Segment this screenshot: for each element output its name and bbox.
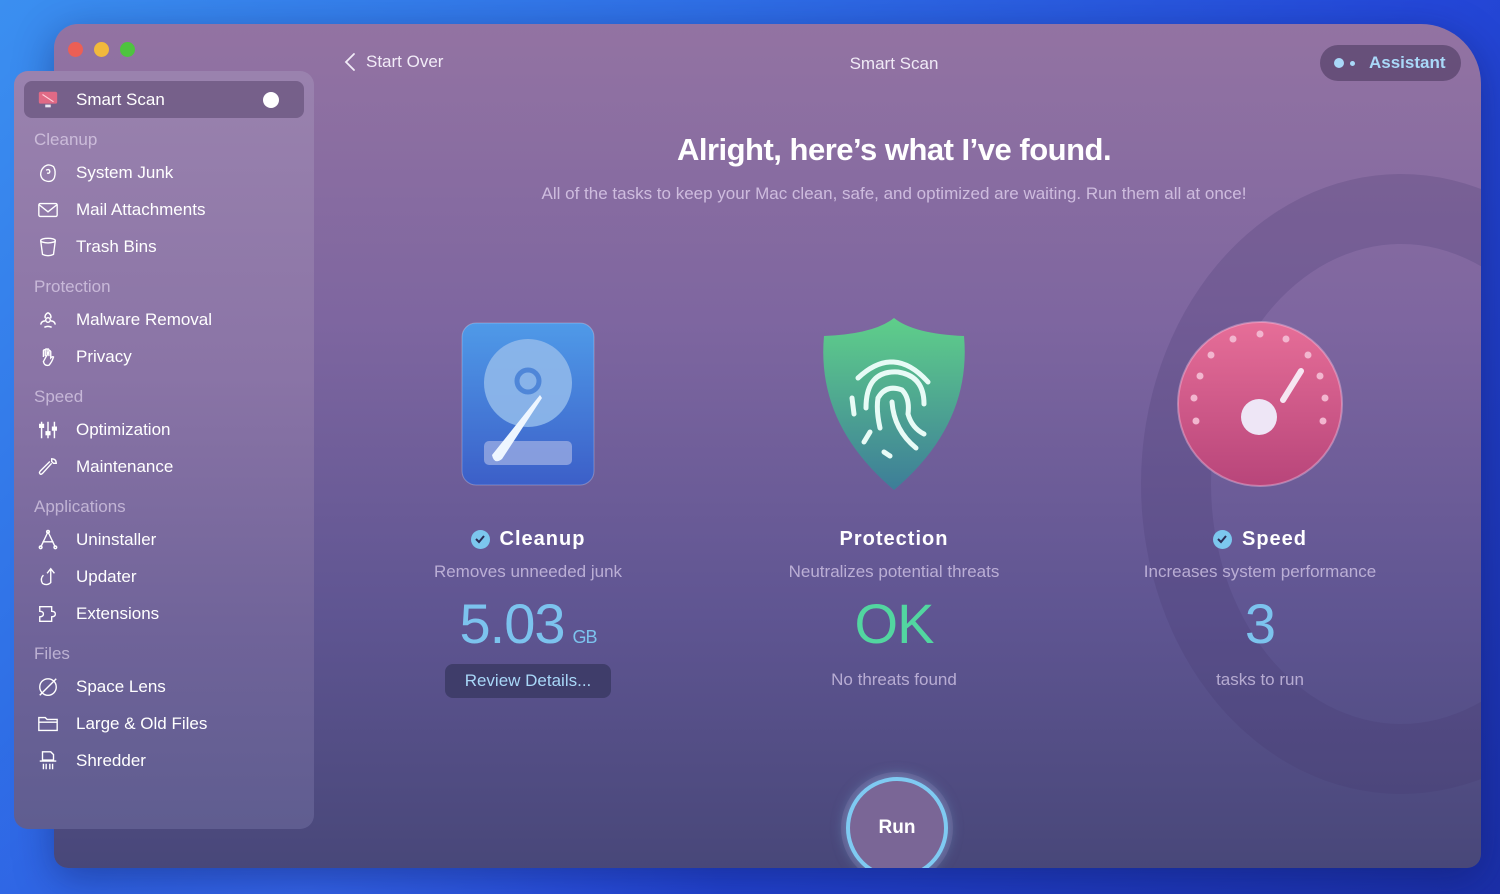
cleanup-card: Cleanup Removes unneeded junk 5.03 GB Rev… — [368, 314, 688, 698]
sidebar-item-maintenance[interactable]: Maintenance — [24, 448, 304, 485]
puzzle-icon — [36, 602, 60, 626]
sidebar-section-speed: Speed — [34, 387, 84, 406]
shredder-icon — [36, 749, 60, 773]
cleanup-unit: GB — [572, 627, 597, 647]
cleanup-description: Removes unneeded junk — [433, 562, 623, 581]
trash-icon — [36, 235, 60, 259]
page-subline: All of the tasks to keep your Mac clean,… — [541, 184, 1247, 203]
sidebar-section-applications: Applications — [34, 497, 126, 516]
sidebar-item-space-lens[interactable]: Space Lens — [24, 668, 304, 705]
planet-icon — [36, 675, 60, 699]
sidebar-item-uninstaller[interactable]: Uninstaller — [24, 521, 304, 558]
sliders-icon — [36, 418, 60, 442]
sidebar: Smart Scan Cleanup System Junk Mail Atta… — [14, 71, 314, 829]
sidebar-item-privacy[interactable]: Privacy — [24, 338, 304, 375]
sidebar-item-smart-scan[interactable]: Smart Scan — [24, 81, 304, 118]
sidebar-item-extensions[interactable]: Extensions — [24, 595, 304, 632]
protection-note: No threats found — [831, 670, 957, 689]
speed-title: Speed — [1100, 526, 1420, 552]
run-button[interactable]: Run — [846, 777, 948, 868]
protection-card: Protection Neutralizes potential threats… — [734, 314, 1054, 690]
speed-value: 3 — [1244, 592, 1276, 655]
system-junk-icon — [36, 161, 60, 185]
uninstaller-icon — [36, 528, 60, 552]
sidebar-section-protection: Protection — [34, 277, 111, 296]
close-window-button[interactable] — [68, 42, 83, 57]
assistant-dot-small-icon — [1350, 60, 1355, 66]
mail-icon — [36, 198, 60, 222]
protection-description: Neutralizes potential threats — [788, 562, 1000, 581]
sidebar-item-mail-attachments[interactable]: Mail Attachments — [24, 191, 304, 228]
window-controls — [68, 42, 135, 57]
assistant-button[interactable]: Assistant — [1320, 45, 1461, 81]
wrench-icon — [36, 455, 60, 479]
checkmark-icon[interactable] — [1212, 529, 1232, 549]
monitor-icon — [36, 88, 60, 112]
sidebar-item-trash-bins[interactable]: Trash Bins — [24, 228, 304, 265]
biohazard-icon — [36, 308, 60, 332]
assistant-dot-icon — [1334, 58, 1344, 68]
sidebar-item-updater[interactable]: Updater — [24, 558, 304, 595]
checkmark-icon[interactable] — [470, 529, 490, 549]
cleanup-value: 5.03 GB — [459, 592, 597, 655]
speedometer-icon — [1100, 314, 1420, 494]
update-arrow-icon — [36, 565, 60, 589]
fingerprint-shield-icon — [734, 314, 1054, 494]
zoom-window-button[interactable] — [120, 42, 135, 57]
sidebar-section-cleanup: Cleanup — [34, 130, 98, 149]
review-details-button[interactable]: Review Details... — [445, 664, 611, 698]
sidebar-section-files: Files — [34, 644, 70, 663]
sidebar-item-optimization[interactable]: Optimization — [24, 411, 304, 448]
scan-status-indicator — [263, 91, 279, 108]
cleanup-title: Cleanup — [368, 526, 688, 552]
sidebar-item-malware-removal[interactable]: Malware Removal — [24, 301, 304, 338]
hand-icon — [36, 345, 60, 369]
page-headline: Alright, here’s what I’ve found. — [676, 132, 1112, 167]
protection-title: Protection — [839, 527, 949, 550]
run-button-halo: Run — [841, 772, 953, 868]
assistant-label: Assistant — [1369, 53, 1446, 72]
sidebar-item-shredder[interactable]: Shredder — [24, 742, 304, 779]
protection-value: OK — [854, 592, 935, 655]
hard-drive-icon — [368, 314, 688, 494]
minimize-window-button[interactable] — [94, 42, 109, 57]
speed-card: Speed Increases system performance 3 tas… — [1100, 314, 1420, 690]
speed-description: Increases system performance — [1143, 562, 1377, 581]
sidebar-item-large-old-files[interactable]: Large & Old Files — [24, 705, 304, 742]
folder-icon — [36, 712, 60, 736]
speed-note: tasks to run — [1216, 670, 1304, 689]
sidebar-item-system-junk[interactable]: System Junk — [24, 154, 304, 191]
